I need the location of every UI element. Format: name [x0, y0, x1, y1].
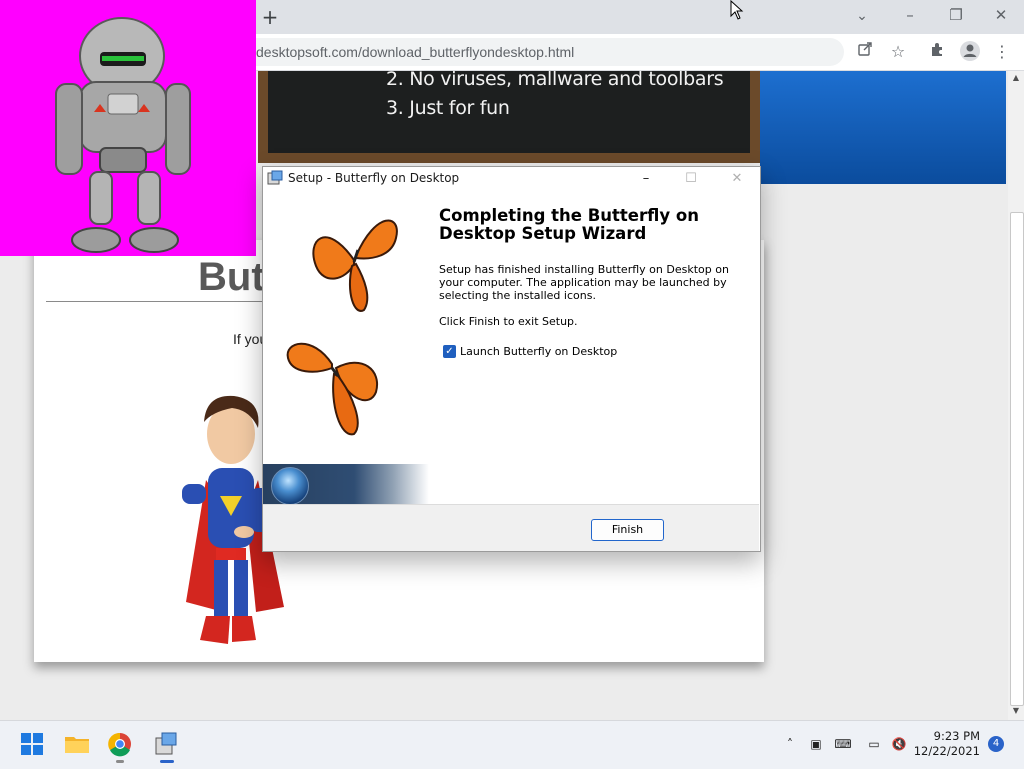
mouse-cursor-icon [730, 0, 744, 20]
chevron-up-icon[interactable]: ˄ [780, 735, 800, 753]
page-banner [760, 71, 1006, 184]
share-icon[interactable] [852, 40, 878, 64]
robot-illustration[interactable] [50, 12, 200, 256]
chalkboard-line: 3. Just for fun [386, 97, 510, 119]
setup-app-icon[interactable] [150, 728, 182, 760]
chrome-icon[interactable] [104, 728, 136, 760]
notification-badge[interactable]: 4 [988, 736, 1004, 752]
volume-muted-icon[interactable]: 🔇 [889, 735, 909, 753]
chalkboard-line: 2. No viruses, mallware and toolbars [386, 68, 724, 90]
title-divider [46, 301, 266, 302]
minimize-button[interactable]: – [894, 2, 926, 28]
dialog-title: Setup - Butterfly on Desktop [288, 171, 460, 185]
windows-logo-icon [271, 467, 309, 505]
chrome-running-indicator [116, 760, 124, 763]
wizard-heading: Completing the Butterfly on Desktop Setu… [439, 206, 699, 243]
setup-running-indicator [160, 760, 174, 763]
network-icon[interactable]: ▣ [806, 735, 826, 753]
star-icon[interactable]: ☆ [885, 40, 911, 64]
clock-date: 12/22/2021 [913, 744, 980, 758]
new-tab-button[interactable]: + [260, 5, 280, 29]
dialog-minimize-button[interactable]: – [626, 168, 666, 190]
setup-app-icon [267, 170, 283, 186]
butterfly-image [286, 342, 379, 436]
clock-time: 9:23 PM [933, 729, 980, 743]
finish-button[interactable]: Finish [591, 519, 664, 541]
taskbar-clock[interactable]: 9:23 PM 12/22/2021 [910, 729, 980, 759]
wizard-finish-instruction: Click Finish to exit Setup. [439, 315, 578, 328]
close-window-button[interactable]: ✕ [985, 2, 1017, 28]
launch-checkbox-label[interactable]: Launch Butterfly on Desktop [460, 345, 617, 358]
launch-checkbox[interactable]: ✓ [443, 345, 456, 358]
restore-button[interactable]: ❐ [940, 2, 972, 28]
dialog-maximize-button: ☐ [685, 171, 697, 186]
scroll-down-arrow-icon[interactable]: ▼ [1008, 704, 1024, 718]
dialog-close-button: ✕ [731, 171, 743, 186]
windows-start-icon[interactable] [16, 728, 48, 760]
scroll-up-arrow-icon[interactable]: ▲ [1008, 71, 1024, 85]
url-text[interactable]: desktopsoft.com/download_butterflyondesk… [256, 44, 574, 60]
keyboard-icon[interactable]: ⌨ [833, 735, 853, 753]
menu-icon[interactable]: ⋮ [989, 40, 1015, 64]
file-explorer-icon[interactable] [61, 728, 93, 760]
extensions-icon[interactable] [924, 40, 950, 64]
profile-icon[interactable] [957, 40, 983, 64]
butterfly-image [312, 219, 398, 312]
tab-search-chevron-down-icon[interactable]: ⌄ [852, 6, 872, 26]
dialog-footer [263, 504, 759, 551]
scrollbar-thumb[interactable] [1010, 212, 1024, 706]
wizard-body-text: Setup has finished installing Butterfly … [439, 263, 729, 302]
display-icon[interactable]: ▭ [864, 735, 884, 753]
